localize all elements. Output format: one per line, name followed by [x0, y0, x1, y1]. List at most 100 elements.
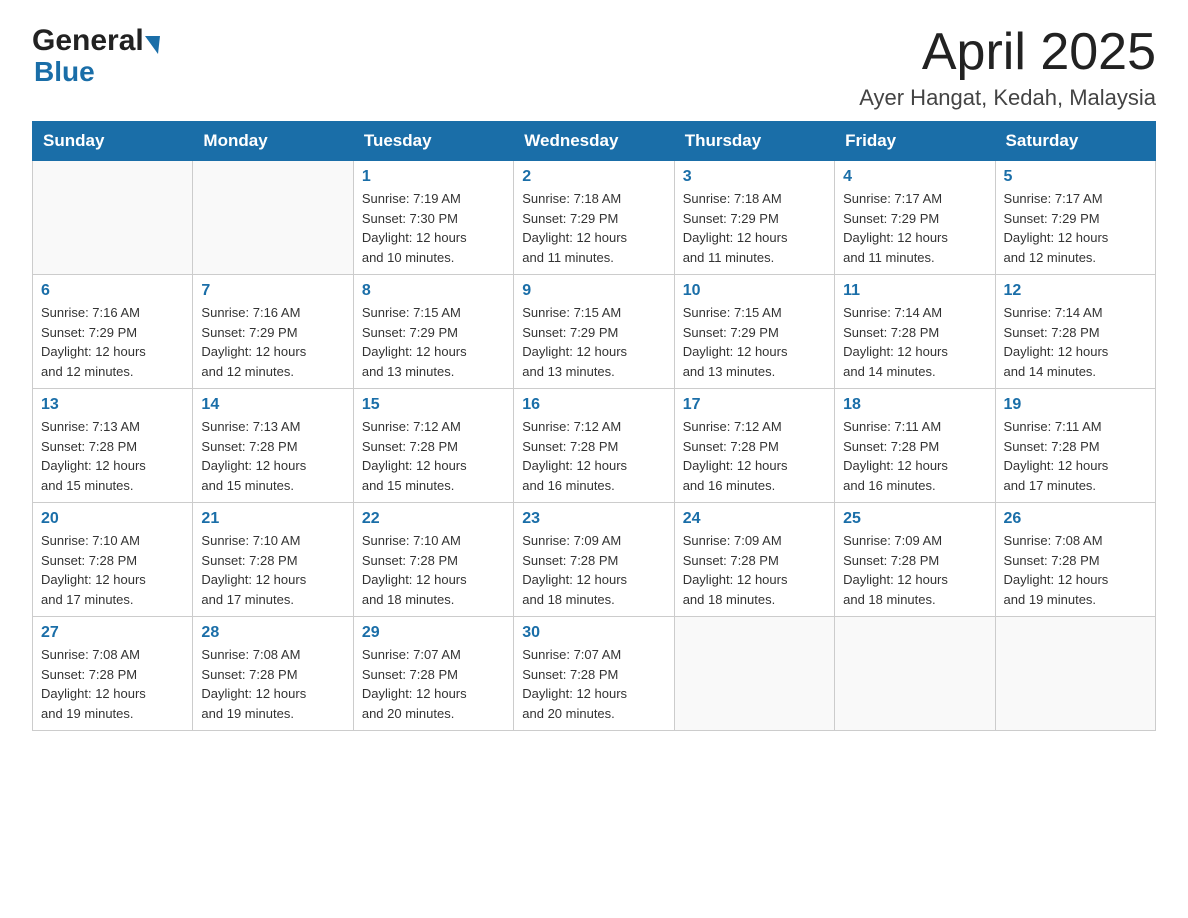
calendar-table: SundayMondayTuesdayWednesdayThursdayFrid… [32, 121, 1156, 731]
day-info: Sunrise: 7:14 AM Sunset: 7:28 PM Dayligh… [1004, 303, 1147, 381]
weekday-header-saturday: Saturday [995, 122, 1155, 161]
day-cell: 9 Sunrise: 7:15 AM Sunset: 7:29 PM Daylig… [514, 275, 674, 389]
day-cell: 17 Sunrise: 7:12 AM Sunset: 7:28 PM Dayli… [674, 389, 834, 503]
day-info: Sunrise: 7:11 AM Sunset: 7:28 PM Dayligh… [843, 417, 986, 495]
day-cell [835, 617, 995, 731]
day-info: Sunrise: 7:12 AM Sunset: 7:28 PM Dayligh… [522, 417, 665, 495]
week-row-5: 27 Sunrise: 7:08 AM Sunset: 7:28 PM Dayli… [33, 617, 1156, 731]
day-cell: 29 Sunrise: 7:07 AM Sunset: 7:28 PM Dayli… [353, 617, 513, 731]
day-info: Sunrise: 7:16 AM Sunset: 7:29 PM Dayligh… [41, 303, 184, 381]
day-info: Sunrise: 7:15 AM Sunset: 7:29 PM Dayligh… [522, 303, 665, 381]
day-number: 3 [683, 168, 826, 186]
logo-blue-text: Blue [34, 56, 95, 88]
header: General Blue April 2025 Ayer Hangat, Ked… [32, 24, 1156, 111]
day-cell: 3 Sunrise: 7:18 AM Sunset: 7:29 PM Daylig… [674, 161, 834, 275]
week-row-1: 1 Sunrise: 7:19 AM Sunset: 7:30 PM Daylig… [33, 161, 1156, 275]
day-cell: 27Sunrise: 7:08 AM Sunset: 7:28 PM Dayli… [33, 617, 193, 731]
day-info: Sunrise: 7:15 AM Sunset: 7:29 PM Dayligh… [683, 303, 826, 381]
day-info: Sunrise: 7:10 AM Sunset: 7:28 PM Dayligh… [201, 531, 344, 609]
day-number: 28 [201, 624, 344, 642]
day-info: Sunrise: 7:09 AM Sunset: 7:28 PM Dayligh… [843, 531, 986, 609]
day-info: Sunrise: 7:09 AM Sunset: 7:28 PM Dayligh… [683, 531, 826, 609]
day-number: 5 [1004, 168, 1147, 186]
day-cell: 2Sunrise: 7:18 AM Sunset: 7:29 PM Daylig… [514, 161, 674, 275]
day-info: Sunrise: 7:08 AM Sunset: 7:28 PM Dayligh… [201, 645, 344, 723]
day-cell [33, 161, 193, 275]
weekday-header-sunday: Sunday [33, 122, 193, 161]
day-info: Sunrise: 7:12 AM Sunset: 7:28 PM Dayligh… [683, 417, 826, 495]
day-number: 7 [201, 282, 344, 300]
day-number: 25 [843, 510, 986, 528]
day-info: Sunrise: 7:19 AM Sunset: 7:30 PM Dayligh… [362, 189, 505, 267]
day-cell: 10 Sunrise: 7:15 AM Sunset: 7:29 PM Dayli… [674, 275, 834, 389]
day-info: Sunrise: 7:18 AM Sunset: 7:29 PM Dayligh… [683, 189, 826, 267]
week-row-3: 13Sunrise: 7:13 AM Sunset: 7:28 PM Dayli… [33, 389, 1156, 503]
day-number: 22 [362, 510, 505, 528]
day-number: 19 [1004, 396, 1147, 414]
day-info: Sunrise: 7:12 AM Sunset: 7:28 PM Dayligh… [362, 417, 505, 495]
day-cell: 7 Sunrise: 7:16 AM Sunset: 7:29 PM Daylig… [193, 275, 353, 389]
day-number: 16 [522, 396, 665, 414]
day-cell [995, 617, 1155, 731]
weekday-header-tuesday: Tuesday [353, 122, 513, 161]
day-info: Sunrise: 7:07 AM Sunset: 7:28 PM Dayligh… [362, 645, 505, 723]
day-number: 12 [1004, 282, 1147, 300]
day-info: Sunrise: 7:13 AM Sunset: 7:28 PM Dayligh… [201, 417, 344, 495]
day-cell: 4 Sunrise: 7:17 AM Sunset: 7:29 PM Daylig… [835, 161, 995, 275]
day-number: 1 [362, 168, 505, 186]
day-info: Sunrise: 7:16 AM Sunset: 7:29 PM Dayligh… [201, 303, 344, 381]
day-number: 8 [362, 282, 505, 300]
day-cell: 28 Sunrise: 7:08 AM Sunset: 7:28 PM Dayli… [193, 617, 353, 731]
day-number: 27 [41, 624, 184, 642]
day-cell: 8Sunrise: 7:15 AM Sunset: 7:29 PM Daylig… [353, 275, 513, 389]
day-cell: 11Sunrise: 7:14 AM Sunset: 7:28 PM Dayli… [835, 275, 995, 389]
day-cell: 21 Sunrise: 7:10 AM Sunset: 7:28 PM Dayli… [193, 503, 353, 617]
day-info: Sunrise: 7:08 AM Sunset: 7:28 PM Dayligh… [1004, 531, 1147, 609]
day-number: 15 [362, 396, 505, 414]
day-number: 21 [201, 510, 344, 528]
logo-triangle-icon [145, 36, 160, 54]
day-cell: 22 Sunrise: 7:10 AM Sunset: 7:28 PM Dayli… [353, 503, 513, 617]
day-number: 4 [843, 168, 986, 186]
day-number: 9 [522, 282, 665, 300]
day-number: 14 [201, 396, 344, 414]
day-cell: 25 Sunrise: 7:09 AM Sunset: 7:28 PM Dayli… [835, 503, 995, 617]
day-cell: 12 Sunrise: 7:14 AM Sunset: 7:28 PM Dayli… [995, 275, 1155, 389]
day-number: 17 [683, 396, 826, 414]
day-info: Sunrise: 7:17 AM Sunset: 7:29 PM Dayligh… [843, 189, 986, 267]
day-info: Sunrise: 7:07 AM Sunset: 7:28 PM Dayligh… [522, 645, 665, 723]
week-row-2: 6 Sunrise: 7:16 AM Sunset: 7:29 PM Daylig… [33, 275, 1156, 389]
weekday-header-row: SundayMondayTuesdayWednesdayThursdayFrid… [33, 122, 1156, 161]
day-info: Sunrise: 7:13 AM Sunset: 7:28 PM Dayligh… [41, 417, 184, 495]
logo-general-text: General [32, 24, 144, 58]
day-cell [193, 161, 353, 275]
day-info: Sunrise: 7:17 AM Sunset: 7:29 PM Dayligh… [1004, 189, 1147, 267]
day-info: Sunrise: 7:10 AM Sunset: 7:28 PM Dayligh… [362, 531, 505, 609]
day-cell: 6 Sunrise: 7:16 AM Sunset: 7:29 PM Daylig… [33, 275, 193, 389]
day-number: 18 [843, 396, 986, 414]
day-number: 10 [683, 282, 826, 300]
day-info: Sunrise: 7:14 AM Sunset: 7:28 PM Dayligh… [843, 303, 986, 381]
day-info: Sunrise: 7:11 AM Sunset: 7:28 PM Dayligh… [1004, 417, 1147, 495]
day-number: 30 [522, 624, 665, 642]
page: General Blue April 2025 Ayer Hangat, Ked… [0, 0, 1188, 918]
day-cell: 26Sunrise: 7:08 AM Sunset: 7:28 PM Dayli… [995, 503, 1155, 617]
day-cell: 14 Sunrise: 7:13 AM Sunset: 7:28 PM Dayli… [193, 389, 353, 503]
day-cell: 23 Sunrise: 7:09 AM Sunset: 7:28 PM Dayli… [514, 503, 674, 617]
day-cell: 24Sunrise: 7:09 AM Sunset: 7:28 PM Dayli… [674, 503, 834, 617]
calendar-location: Ayer Hangat, Kedah, Malaysia [859, 85, 1156, 111]
day-cell: 1 Sunrise: 7:19 AM Sunset: 7:30 PM Daylig… [353, 161, 513, 275]
day-info: Sunrise: 7:09 AM Sunset: 7:28 PM Dayligh… [522, 531, 665, 609]
day-cell: 16 Sunrise: 7:12 AM Sunset: 7:28 PM Dayli… [514, 389, 674, 503]
day-info: Sunrise: 7:18 AM Sunset: 7:29 PM Dayligh… [522, 189, 665, 267]
day-number: 29 [362, 624, 505, 642]
day-number: 6 [41, 282, 184, 300]
day-number: 23 [522, 510, 665, 528]
title-area: April 2025 Ayer Hangat, Kedah, Malaysia [859, 24, 1156, 111]
weekday-header-thursday: Thursday [674, 122, 834, 161]
day-cell: 5 Sunrise: 7:17 AM Sunset: 7:29 PM Daylig… [995, 161, 1155, 275]
day-cell: 20Sunrise: 7:10 AM Sunset: 7:28 PM Dayli… [33, 503, 193, 617]
weekday-header-monday: Monday [193, 122, 353, 161]
calendar-title: April 2025 [859, 24, 1156, 81]
day-info: Sunrise: 7:10 AM Sunset: 7:28 PM Dayligh… [41, 531, 184, 609]
